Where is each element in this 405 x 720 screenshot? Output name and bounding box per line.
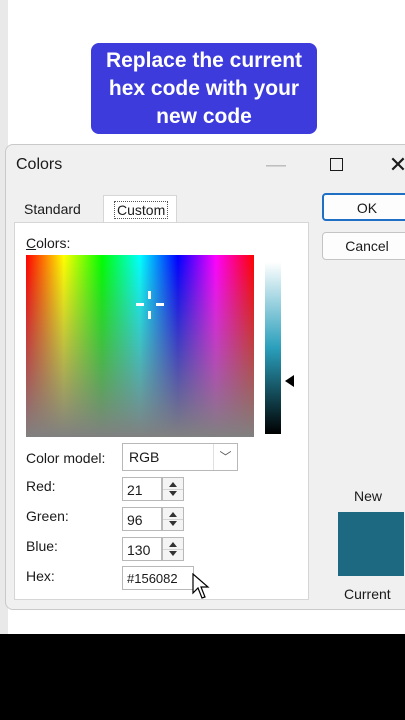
caption-line-2: hex code with your bbox=[108, 77, 300, 100]
hex-input[interactable]: #156082 bbox=[122, 566, 194, 590]
colors-dialog: Colors — ✕ Standard Custom Colors: Color… bbox=[5, 144, 405, 610]
new-color-label: New bbox=[354, 488, 383, 504]
luminance-arrow-icon[interactable] bbox=[285, 375, 294, 387]
crosshair-icon[interactable] bbox=[136, 291, 164, 319]
red-label: Red: bbox=[26, 478, 56, 494]
current-color-label: Current bbox=[344, 586, 391, 602]
luminance-slider[interactable] bbox=[265, 262, 281, 434]
color-model-label: Color model: bbox=[26, 450, 106, 466]
tab-custom-label: Custom bbox=[114, 201, 169, 219]
color-model-value: RGB bbox=[129, 449, 160, 465]
color-spectrum-picker[interactable] bbox=[26, 255, 254, 437]
tab-standard[interactable]: Standard bbox=[14, 195, 102, 223]
color-preview-swatch bbox=[338, 512, 404, 576]
cancel-button[interactable]: Cancel bbox=[322, 232, 405, 260]
red-stepper[interactable] bbox=[162, 477, 184, 501]
red-input[interactable]: 21 bbox=[122, 477, 162, 501]
tab-standard-label: Standard bbox=[24, 201, 81, 217]
minimize-icon[interactable]: — bbox=[256, 151, 296, 179]
maximize-icon[interactable] bbox=[316, 151, 356, 179]
colors-label: Colors: bbox=[26, 235, 71, 251]
mouse-pointer-icon bbox=[192, 573, 210, 599]
blue-input[interactable]: 130 bbox=[122, 537, 162, 561]
tab-custom[interactable]: Custom bbox=[103, 195, 177, 223]
hex-label: Hex: bbox=[26, 568, 55, 584]
dialog-title: Colors bbox=[16, 156, 63, 173]
green-label: Green: bbox=[26, 508, 69, 524]
close-icon[interactable]: ✕ bbox=[378, 151, 405, 179]
bottom-black-bar bbox=[0, 634, 405, 720]
green-stepper[interactable] bbox=[162, 507, 184, 531]
green-input[interactable]: 96 bbox=[122, 507, 162, 531]
colors-label-rest: olors: bbox=[36, 235, 71, 251]
instruction-caption: Replace the current hex code with your n… bbox=[91, 43, 317, 134]
chevron-down-icon[interactable]: ﹀ bbox=[213, 444, 237, 470]
color-model-select[interactable]: RGB ﹀ bbox=[122, 443, 238, 471]
blue-stepper[interactable] bbox=[162, 537, 184, 561]
ok-button[interactable]: OK bbox=[322, 193, 405, 221]
blue-label: Blue: bbox=[26, 538, 58, 554]
title-bar[interactable]: Colors — ✕ bbox=[6, 145, 405, 185]
caption-line-3: new code bbox=[156, 105, 252, 128]
caption-line-1: Replace the current bbox=[105, 49, 303, 72]
